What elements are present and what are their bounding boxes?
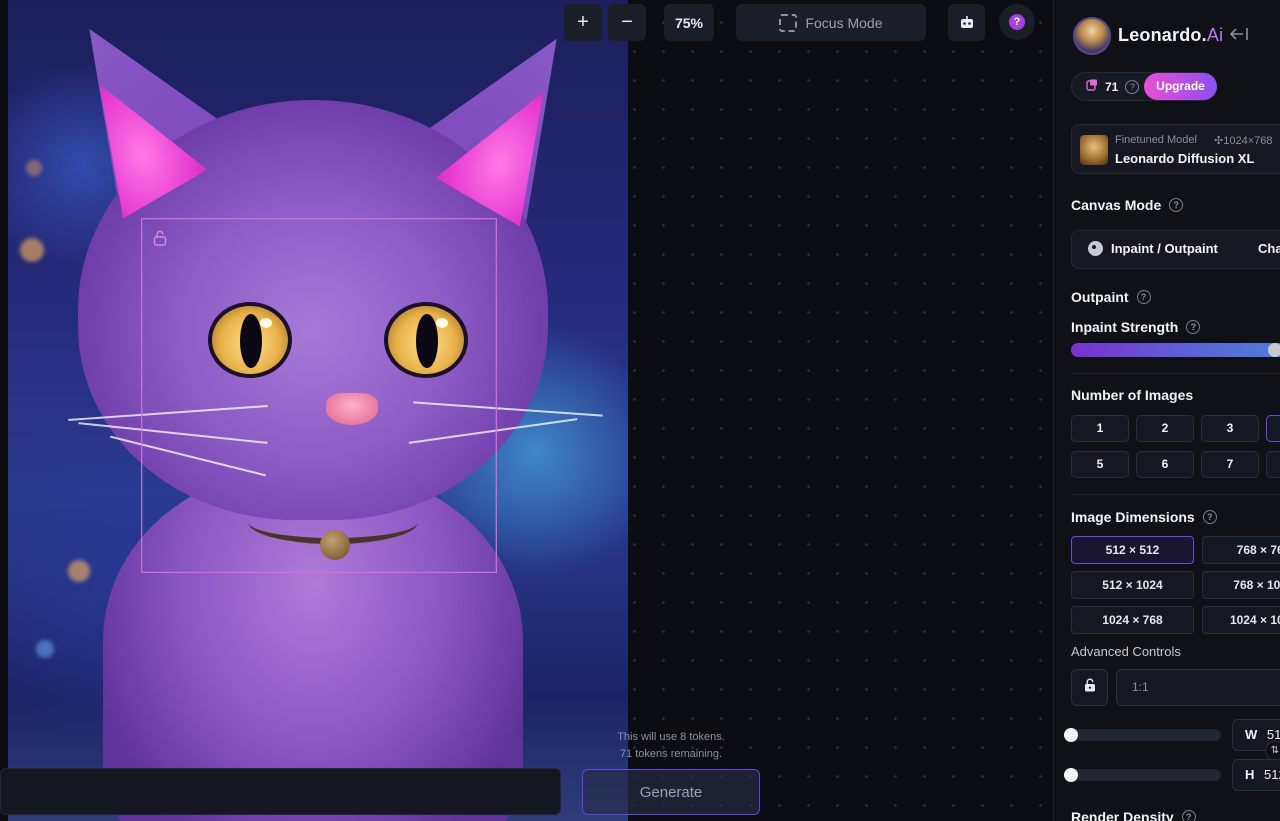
canvas-mode-heading: Canvas Mode ? [1071, 197, 1184, 213]
token-count: 71 [1105, 79, 1119, 94]
model-thumbnail [1080, 135, 1108, 165]
palette-icon [1088, 241, 1103, 256]
num-images-option[interactable]: 3 [1201, 415, 1259, 442]
bokeh-light [20, 238, 44, 262]
render-density-label: Render Density [1071, 809, 1174, 821]
tab-inpaint-outpaint-label: Inpaint / Outpaint [1111, 241, 1218, 256]
num-images-option[interactable]: 4 [1266, 415, 1280, 442]
frame-lock-icon[interactable] [153, 230, 169, 246]
bokeh-light [68, 560, 90, 582]
brand-suffix: Ai [1206, 25, 1224, 45]
num-images-option[interactable]: 6 [1136, 451, 1194, 478]
outpaint-heading: Outpaint ? [1071, 289, 1151, 305]
inpaint-strength-handle[interactable] [1268, 343, 1280, 357]
num-images-option[interactable]: 1 [1071, 415, 1129, 442]
model-dimensions: ✣1024×768 [1214, 135, 1273, 147]
help-icon[interactable]: ? [1181, 810, 1196, 821]
token-coin-icon [1086, 79, 1098, 94]
advanced-controls-label[interactable]: Advanced Controls [1071, 644, 1181, 659]
brand-name: Leonardo. [1118, 25, 1207, 45]
tab-inpaint-outpaint[interactable]: Inpaint / Outpaint [1088, 241, 1218, 256]
num-images-option[interactable]: 5 [1071, 451, 1129, 478]
dimension-option[interactable]: 512 × 512 [1071, 536, 1194, 564]
upgrade-button[interactable]: Upgrade [1144, 73, 1217, 100]
help-icon[interactable]: ? [1186, 320, 1201, 334]
image-dimensions-label: Image Dimensions [1071, 509, 1195, 525]
dimension-option[interactable]: 768 × 1024 [1202, 571, 1280, 599]
inpaint-strength-label: Inpaint Strength [1071, 319, 1179, 335]
inpaint-strength-slider[interactable] [1071, 343, 1280, 357]
focus-mode-icon [779, 13, 798, 32]
sidebar: Leonardo.Ai 71 ? Upgrade Finetuned Model… [1053, 0, 1280, 821]
token-usage-info: This will use 8 tokens. 71 tokens remain… [596, 729, 746, 763]
inpaint-strength-heading: Inpaint Strength ? [1071, 319, 1201, 335]
aspect-ratio-select[interactable]: 1:1 [1116, 669, 1280, 706]
height-slider[interactable] [1064, 769, 1221, 781]
height-input[interactable]: H 512 [1232, 759, 1280, 791]
bokeh-light [26, 160, 42, 176]
help-icon: ? [1009, 14, 1025, 30]
help-button[interactable]: ? [999, 4, 1035, 40]
generate-label: Generate [639, 783, 703, 801]
width-slider-handle[interactable] [1064, 728, 1078, 742]
num-images-option[interactable]: 2 [1136, 415, 1194, 442]
dimension-option[interactable]: 768 × 768 [1202, 536, 1280, 564]
dimension-option[interactable]: 1024 × 1024 [1202, 606, 1280, 634]
image-dimensions-heading: Image Dimensions ? [1071, 509, 1217, 525]
divider [1071, 373, 1280, 374]
num-images-option[interactable]: 7 [1201, 451, 1259, 478]
help-icon[interactable]: ? [1125, 79, 1140, 94]
width-value: 512 [1266, 727, 1280, 742]
zoom-out-button[interactable]: − [608, 4, 646, 41]
zoom-in-button[interactable]: + [564, 4, 602, 41]
focus-mode-label: Focus Mode [805, 14, 883, 31]
help-icon[interactable]: ? [1136, 290, 1151, 304]
number-of-images-label: Number of Images [1071, 387, 1194, 403]
help-icon[interactable]: ? [1202, 510, 1217, 524]
dimension-option[interactable]: 512 × 1024 [1071, 571, 1194, 599]
model-selector[interactable]: Finetuned Model ✣1024×768 Leonardo Diffu… [1071, 124, 1280, 174]
canvas-mode-label: Canvas Mode [1071, 197, 1162, 213]
model-name: Leonardo Diffusion XL [1115, 151, 1255, 166]
height-label: H [1245, 767, 1255, 782]
bokeh-light [36, 640, 54, 658]
robot-icon[interactable] [948, 4, 985, 41]
tab-second-mode[interactable]: Cha [1258, 241, 1280, 256]
focus-mode-button[interactable]: Focus Mode [736, 4, 926, 41]
model-type: Finetuned Model [1115, 134, 1197, 146]
height-slider-handle[interactable] [1064, 768, 1078, 782]
token-usage-text: This will use 8 tokens. [617, 731, 725, 743]
logo-avatar[interactable] [1073, 17, 1111, 55]
token-balance[interactable]: 71 ? Upgrade [1071, 72, 1217, 101]
zoom-level-indicator[interactable]: 75% [664, 4, 714, 41]
help-icon[interactable]: ? [1169, 198, 1184, 212]
aspect-lock-button[interactable] [1071, 669, 1108, 706]
generation-frame[interactable] [141, 218, 497, 573]
render-density-heading: Render Density ? [1071, 809, 1196, 821]
width-slider[interactable] [1064, 729, 1221, 741]
height-value: 512 [1264, 767, 1280, 782]
dimension-option[interactable]: 1024 × 768 [1071, 606, 1194, 634]
width-label: W [1245, 727, 1258, 742]
canvas-area[interactable]: + − 75% Focus Mode ? This will use 8 tok… [0, 0, 1053, 821]
generate-button[interactable]: Generate [582, 769, 760, 815]
tokens-remaining-text: 71 tokens remaining. [619, 748, 723, 760]
number-of-images-heading: Number of Images [1071, 387, 1193, 403]
prompt-input[interactable] [0, 768, 561, 815]
num-images-option[interactable]: 8 [1266, 451, 1280, 478]
brand-logo[interactable]: Leonardo.Ai [1118, 25, 1223, 46]
collapse-sidebar-icon[interactable] [1229, 25, 1249, 46]
divider [1071, 494, 1280, 495]
outpaint-label: Outpaint [1071, 289, 1129, 305]
canvas-mode-tabs: Inpaint / Outpaint Cha [1071, 230, 1280, 269]
swap-dimensions-icon[interactable]: ⇅ [1265, 741, 1280, 761]
